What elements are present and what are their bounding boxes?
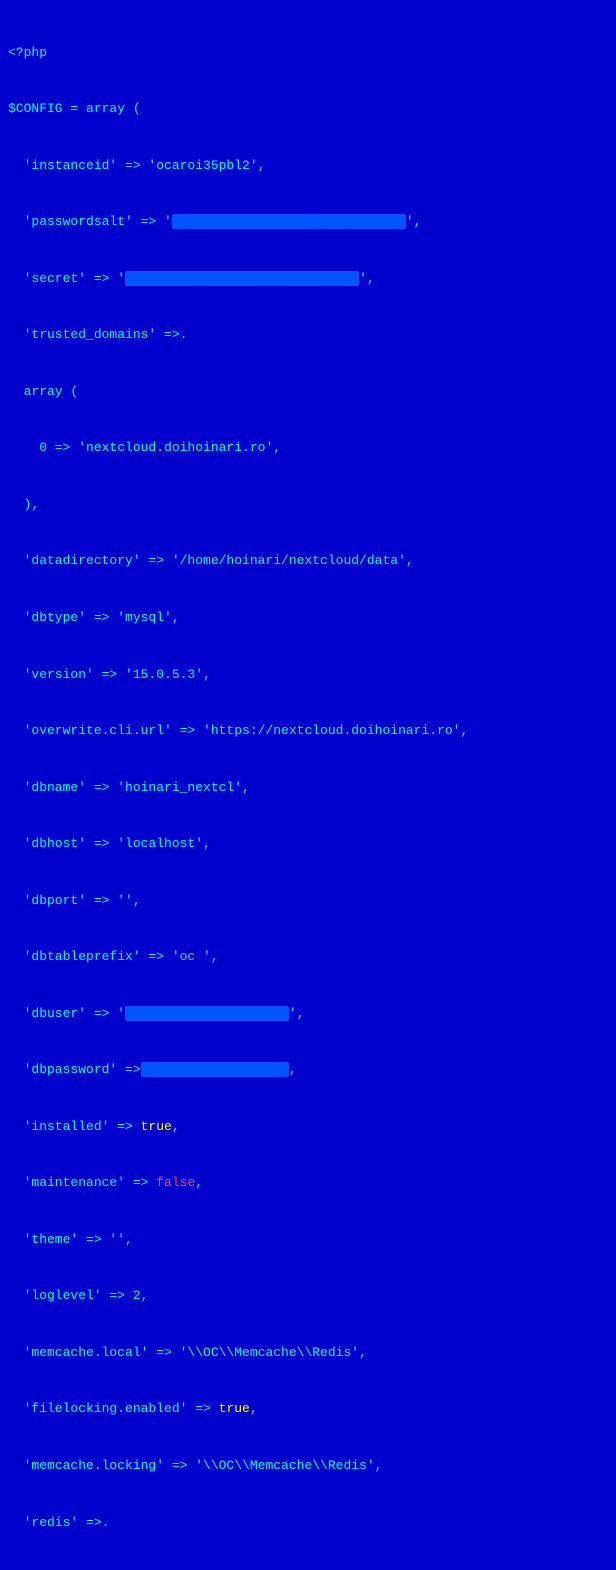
line-11: 'dbtype' => 'mysql', <box>8 609 608 628</box>
line-18: 'dbuser' => 'hXXnXXXXXXXXXXXXXXXXt', <box>8 1005 608 1024</box>
line-24: 'memcache.local' => '\\OC\\Memcache\\Red… <box>8 1344 608 1363</box>
line-26: 'memcache.locking' => '\\OC\\Memcache\\R… <box>8 1457 608 1476</box>
code-block: <?php $CONFIG = array ( 'instanceid' => … <box>0 0 616 1570</box>
line-14: 'dbname' => 'hoinari_nextcl', <box>8 779 608 798</box>
line-10: 'datadirectory' => '/home/hoinari/nextcl… <box>8 552 608 571</box>
line-19: 'dbpassword' => 'XXXXXXXXXXXXXXXX', <box>8 1061 608 1080</box>
line-3: 'instanceid' => 'ocaroi35pbl2', <box>8 157 608 176</box>
line-16: 'dbport' => '', <box>8 892 608 911</box>
line-22: 'theme' => '', <box>8 1231 608 1250</box>
line-2: $CONFIG = array ( <box>8 100 608 119</box>
line-25: 'filelocking.enabled' => true, <box>8 1400 608 1419</box>
line-9: ), <box>8 496 608 515</box>
line-13: 'overwrite.cli.url' => 'https://nextclou… <box>8 722 608 741</box>
line-6: 'trusted_domains' =>. <box>8 326 608 345</box>
line-8: 0 => 'nextcloud.doihoinari.ro', <box>8 439 608 458</box>
line-15: 'dbhost' => 'localhost', <box>8 835 608 854</box>
line-20: 'installed' => true, <box>8 1118 608 1137</box>
line-12: 'version' => '15.0.5.3', <box>8 666 608 685</box>
line-1: <?php <box>8 44 608 63</box>
line-23: 'loglevel' => 2, <box>8 1287 608 1306</box>
line-21: 'maintenance' => false, <box>8 1174 608 1193</box>
line-4: 'passwordsalt' => 'n7Z.XXXXXXXXXX83EWM-D… <box>8 213 608 232</box>
line-17: 'dbtableprefix' => 'oc ', <box>8 948 608 967</box>
line-27: 'redis' =>. <box>8 1514 608 1533</box>
line-7: array ( <box>8 383 608 402</box>
line-5: 'secret' => 'iS-PYChXXXXXXXXXXXXXXXXXXXX… <box>8 270 608 289</box>
